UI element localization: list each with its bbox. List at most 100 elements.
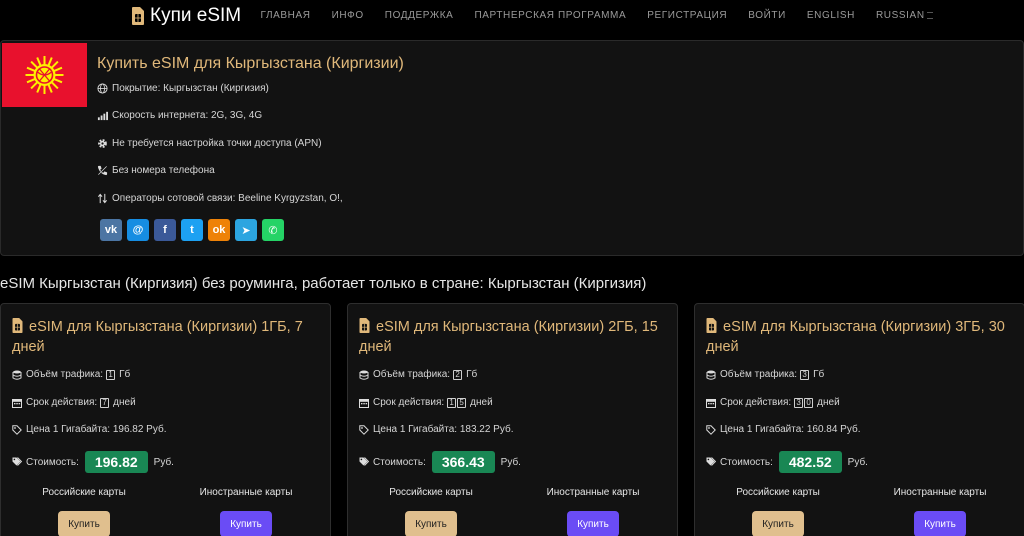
digit-box: 7 bbox=[100, 398, 110, 408]
traffic-row: Объём трафика: 1 Гб bbox=[12, 369, 130, 380]
cost-label: Стоимость: bbox=[26, 456, 79, 468]
twitter-icon: t bbox=[190, 224, 194, 236]
moimir-share-button[interactable]: @ bbox=[127, 219, 149, 241]
traffic-unit: Гб bbox=[466, 369, 478, 380]
tags-icon bbox=[706, 457, 716, 466]
buy-foreign-card-button[interactable]: Купить bbox=[220, 511, 272, 536]
validity-value: 30 bbox=[794, 397, 814, 408]
twitter-share-button[interactable]: t bbox=[181, 219, 203, 241]
section-heading: eSIM Кыргызстан (Киргизия) без роуминга,… bbox=[0, 275, 647, 292]
plan-title: eSIM для Кыргызстана (Киргизии) 1ГБ, 7 д… bbox=[12, 317, 324, 357]
digit-box: 5 bbox=[457, 398, 467, 408]
plan-card: eSIM для Кыргызстана (Киргизии) 2ГБ, 15 … bbox=[347, 303, 678, 536]
digit-box: 3 bbox=[794, 398, 804, 408]
price-per-gb: Цена 1 Гигабайта: 183.22 Руб. bbox=[373, 424, 514, 435]
validity-value: 15 bbox=[447, 397, 467, 408]
odnoklassniki-icon: ok bbox=[212, 224, 226, 236]
nav-login[interactable]: ВОЙТИ bbox=[738, 10, 797, 21]
database-icon bbox=[706, 370, 716, 380]
currency-label: Руб. bbox=[847, 456, 868, 468]
cost-label: Стоимость: bbox=[720, 456, 773, 468]
nav-russian[interactable]: RUSSIAN bbox=[865, 10, 943, 21]
moimir-icon: @ bbox=[132, 224, 144, 236]
buy-foreign-card-button[interactable]: Купить bbox=[914, 511, 966, 536]
digit-box: 1 bbox=[106, 370, 116, 380]
buy-foreign-card-button[interactable]: Купить bbox=[567, 511, 619, 536]
digit-box: 0 bbox=[804, 398, 814, 408]
database-icon bbox=[12, 370, 22, 380]
page-title: Купить eSIM для Кыргызстана (Киргизии) bbox=[97, 55, 404, 72]
validity-value: 7 bbox=[100, 397, 110, 408]
brand-link[interactable]: Купи eSIM bbox=[132, 5, 241, 27]
validity-row: Срок действия: 30 дней bbox=[706, 397, 840, 408]
operators-row: Операторы сотовой связи: Beeline Kyrgyzs… bbox=[97, 193, 343, 204]
facebook-share-button[interactable]: f bbox=[154, 219, 176, 241]
foreign-cards-label: Иностранные карты bbox=[199, 487, 293, 498]
speed-row: Скорость интернета: 2G, 3G, 4G bbox=[97, 110, 262, 121]
nav-home[interactable]: ГЛАВНАЯ bbox=[250, 10, 321, 21]
plan-card: eSIM для Кыргызстана (Киргизии) 1ГБ, 7 д… bbox=[0, 303, 331, 536]
database-icon bbox=[359, 370, 369, 380]
telegram-share-button[interactable]: ➤ bbox=[235, 219, 257, 241]
odnoklassniki-share-button[interactable]: ok bbox=[208, 219, 230, 241]
traffic-value: 3 bbox=[800, 369, 810, 380]
sim-card-icon bbox=[12, 318, 23, 333]
per-gb-row: Цена 1 Гигабайта: 183.22 Руб. bbox=[359, 424, 513, 435]
sim-card-icon bbox=[359, 318, 370, 333]
vk-icon: vk bbox=[104, 224, 118, 236]
nav-english[interactable]: ENGLISH bbox=[796, 10, 865, 21]
apn-row: Не требуется настройка точки доступа (AP… bbox=[97, 138, 322, 149]
facebook-icon: f bbox=[163, 224, 167, 236]
validity-row: Срок действия: 7 дней bbox=[12, 397, 136, 408]
digit-box: 2 bbox=[453, 370, 463, 380]
traffic-label: Объём трафика: bbox=[373, 369, 451, 380]
tags-icon bbox=[12, 457, 22, 466]
buy-russian-card-button[interactable]: Купить bbox=[58, 511, 110, 536]
traffic-unit: Гб bbox=[813, 369, 825, 380]
traffic-label: Объём трафика: bbox=[720, 369, 798, 380]
phone-slash-icon bbox=[97, 165, 108, 176]
traffic-value: 1 bbox=[106, 369, 116, 380]
digit-box: 1 bbox=[447, 398, 457, 408]
tag-icon bbox=[706, 424, 716, 435]
foreign-cards-label: Иностранные карты bbox=[893, 487, 987, 498]
per-gb-row: Цена 1 Гигабайта: 196.82 Руб. bbox=[12, 424, 166, 435]
tag-icon bbox=[12, 424, 22, 435]
buy-russian-card-button[interactable]: Купить bbox=[405, 511, 457, 536]
buy-russian-card-button[interactable]: Купить bbox=[752, 511, 804, 536]
validity-label: Срок действия: bbox=[373, 397, 445, 408]
gear-icon bbox=[98, 139, 107, 148]
plan-title: eSIM для Кыргызстана (Киргизии) 3ГБ, 30 … bbox=[706, 317, 1018, 357]
cost-row: Стоимость: 366.43 Руб. bbox=[359, 451, 521, 473]
price-badge: 196.82 bbox=[84, 451, 148, 473]
social-share-bar: vk @ f t ok ➤ ✆ bbox=[100, 219, 284, 241]
nav-support[interactable]: ПОДДЕРЖКА bbox=[374, 10, 464, 21]
price-badge: 366.43 bbox=[431, 451, 495, 473]
price-per-gb: Цена 1 Гигабайта: 160.84 Руб. bbox=[720, 424, 861, 435]
validity-unit: дней bbox=[113, 397, 136, 408]
whatsapp-share-button[interactable]: ✆ bbox=[262, 219, 284, 241]
traffic-row: Объём трафика: 2 Гб bbox=[359, 369, 477, 380]
calendar-icon bbox=[12, 398, 22, 408]
plan-title-text: eSIM для Кыргызстана (Киргизии) 1ГБ, 7 д… bbox=[12, 319, 303, 355]
russian-cards-label: Российские карты bbox=[389, 487, 473, 498]
validity-label: Срок действия: bbox=[26, 397, 98, 408]
currency-label: Руб. bbox=[500, 456, 521, 468]
calendar-icon bbox=[359, 398, 369, 408]
nav-links: ГЛАВНАЯ ИНФО ПОДДЕРЖКА ПАРТНЕРСКАЯ ПРОГР… bbox=[250, 10, 943, 21]
nav-info[interactable]: ИНФО bbox=[321, 10, 374, 21]
phone-row: Без номера телефона bbox=[97, 165, 215, 176]
validity-row: Срок действия: 15 дней bbox=[359, 397, 493, 408]
price-per-gb: Цена 1 Гигабайта: 196.82 Руб. bbox=[26, 424, 167, 435]
plan-title: eSIM для Кыргызстана (Киргизии) 2ГБ, 15 … bbox=[359, 317, 671, 357]
cost-row: Стоимость: 482.52 Руб. bbox=[706, 451, 868, 473]
russian-cards-label: Российские карты bbox=[736, 487, 820, 498]
nav-partner-program[interactable]: ПАРТНЕРСКАЯ ПРОГРАММА bbox=[464, 10, 637, 21]
nav-register[interactable]: РЕГИСТРАЦИЯ bbox=[637, 10, 738, 21]
calendar-icon bbox=[706, 398, 716, 408]
cost-label: Стоимость: bbox=[373, 456, 426, 468]
telegram-icon: ➤ bbox=[241, 224, 251, 237]
plan-card: eSIM для Кыргызстана (Киргизии) 3ГБ, 30 … bbox=[694, 303, 1024, 536]
vk-share-button[interactable]: vk bbox=[100, 219, 122, 241]
traffic-row: Объём трафика: 3 Гб bbox=[706, 369, 824, 380]
